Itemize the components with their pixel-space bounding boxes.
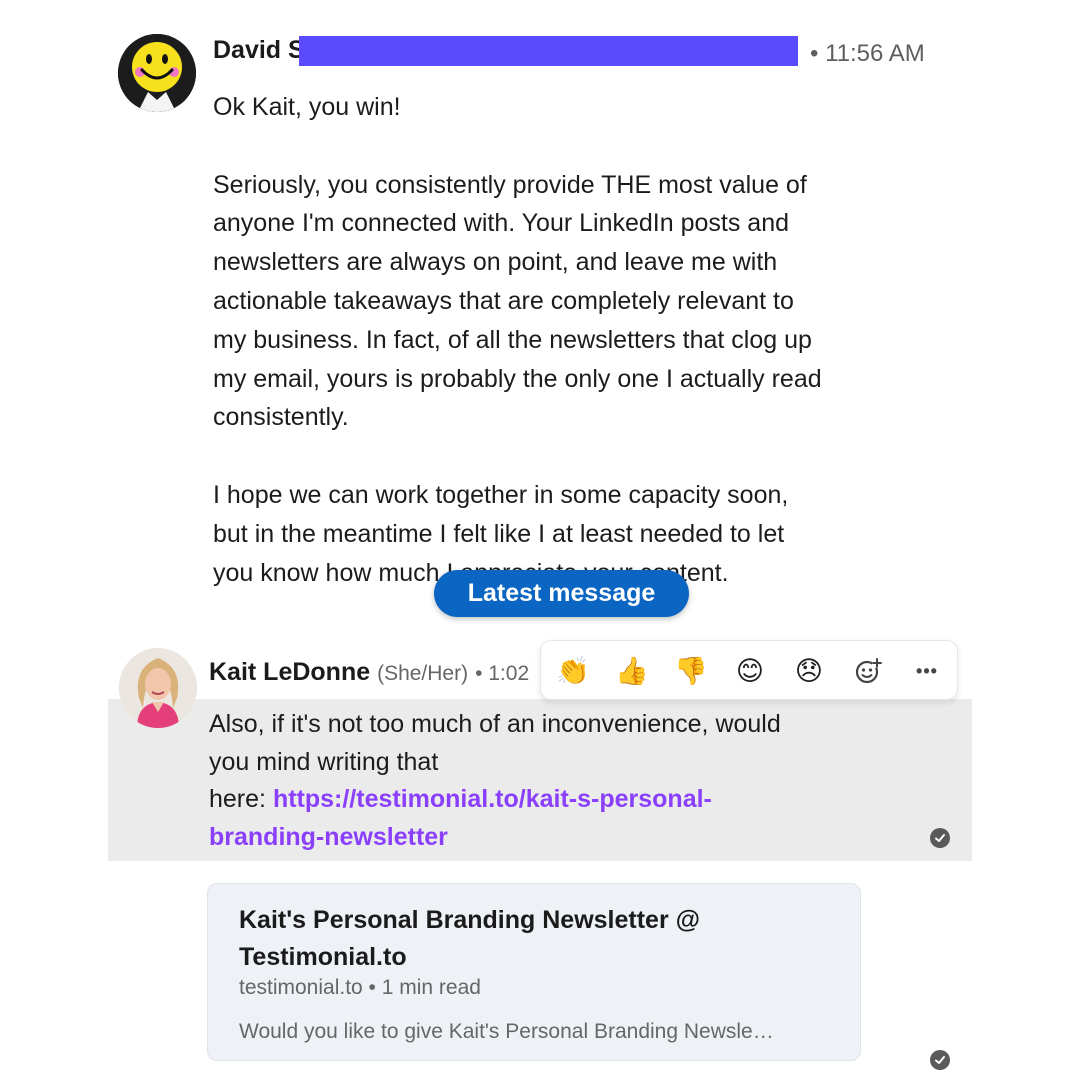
message-timestamp: • 1:02 bbox=[475, 662, 530, 685]
message-line: actionable takeaways that are completely… bbox=[213, 286, 794, 315]
message-line: but in the meantime I felt like I at lea… bbox=[213, 519, 785, 548]
message-timestamp: • 11:56 AM bbox=[810, 40, 925, 67]
card-meta: testimonial.to • 1 min read bbox=[239, 976, 481, 999]
here-label: here: bbox=[209, 785, 266, 813]
add-reaction-icon[interactable] bbox=[848, 651, 888, 691]
more-options-icon[interactable]: ••• bbox=[907, 651, 947, 691]
latest-message-button[interactable]: Latest message bbox=[434, 570, 689, 617]
thumbs-down-icon[interactable]: 👎 bbox=[671, 651, 711, 691]
message-line: consistently. bbox=[213, 403, 349, 432]
card-description: Would you like to give Kait's Personal B… bbox=[239, 1020, 774, 1043]
testimonial-link[interactable]: https://testimonial.to/kait-s-personal- bbox=[273, 785, 712, 813]
card-title: Kait's Personal Branding Newsletter @ Te… bbox=[239, 902, 799, 976]
sender-name[interactable]: Kait LeDonne bbox=[209, 658, 370, 686]
message-line: my business. In fact, of all the newslet… bbox=[213, 325, 812, 354]
message-line: branding-newsletter bbox=[209, 819, 849, 857]
message-line: my email, yours is probably the only one… bbox=[213, 364, 822, 393]
message-body: Also, if it's not too much of an inconve… bbox=[209, 706, 849, 856]
sender-name[interactable]: David S bbox=[213, 36, 305, 65]
link-preview-card[interactable]: Kait's Personal Branding Newsletter @ Te… bbox=[207, 883, 861, 1061]
message-line: you mind writing that bbox=[209, 747, 439, 776]
testimonial-link-continued[interactable]: branding-newsletter bbox=[209, 823, 448, 851]
message-line: newsletters are always on point, and lea… bbox=[213, 248, 778, 277]
clapping-hands-icon[interactable]: 👏 bbox=[553, 651, 593, 691]
disappointed-face-icon[interactable]: 😞 bbox=[789, 651, 829, 691]
thumbs-up-icon[interactable]: 👍 bbox=[612, 651, 652, 691]
read-receipt-icon bbox=[930, 1050, 950, 1070]
message-body: Ok Kait, you win! Seriously, you consist… bbox=[213, 88, 933, 592]
message-line: Seriously, you consistently provide THE … bbox=[213, 170, 807, 199]
read-receipt-icon bbox=[930, 828, 950, 848]
sender-pronouns: (She/Her) bbox=[377, 662, 469, 685]
sender-line: Kait LeDonne (She/Her) • 1:02 bbox=[209, 658, 529, 687]
message-line: anyone I'm connected with. Your LinkedIn… bbox=[213, 209, 790, 238]
avatar-david[interactable] bbox=[118, 34, 196, 112]
message-line: here: https://testimonial.to/kait-s-pers… bbox=[209, 781, 849, 819]
redaction-bar bbox=[299, 36, 798, 66]
card-title-line: Kait's Personal Branding Newsletter @ bbox=[239, 906, 700, 934]
avatar-kait[interactable] bbox=[119, 648, 197, 728]
smiling-face-icon[interactable]: 😊 bbox=[730, 651, 770, 691]
reaction-bar: 👏 👍 👎 😊 😞 ••• bbox=[541, 641, 957, 699]
message-line: Ok Kait, you win! bbox=[213, 93, 401, 121]
message-line: Also, if it's not too much of an inconve… bbox=[209, 710, 781, 738]
message-line: I hope we can work together in some capa… bbox=[213, 480, 789, 509]
card-title-line: Testimonial.to bbox=[239, 943, 407, 971]
